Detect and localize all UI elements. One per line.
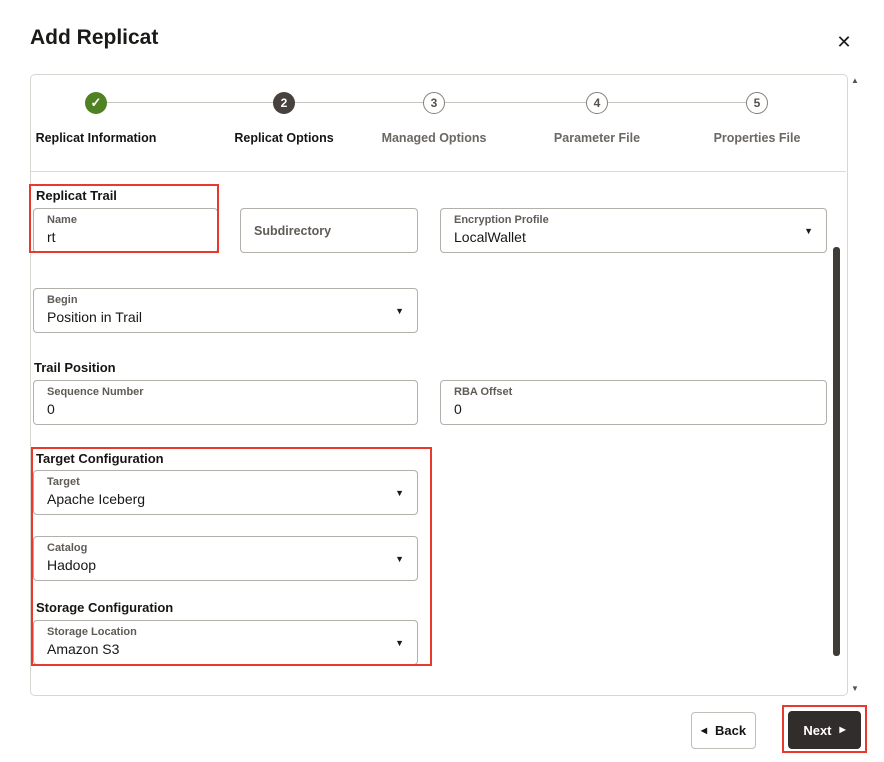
section-heading-trail-position: Trail Position — [34, 360, 116, 375]
sequence-number-label: Sequence Number — [47, 386, 144, 398]
scroll-up-icon[interactable]: ▲ — [851, 76, 859, 86]
target-label: Target — [47, 476, 80, 488]
dialog-title: Add Replicat — [30, 26, 159, 49]
subdirectory-field[interactable]: Subdirectory — [240, 208, 418, 253]
step-3-indicator[interactable]: 3 — [423, 92, 445, 114]
next-button-label: Next — [803, 722, 832, 738]
name-field[interactable]: Name rt — [33, 208, 218, 253]
rba-offset-label: RBA Offset — [454, 386, 513, 398]
name-field-label: Name — [47, 214, 77, 226]
step-3-label-managed-options[interactable]: Managed Options — [382, 131, 487, 145]
back-button[interactable]: ◀ Back — [691, 712, 756, 749]
begin-label: Begin — [47, 294, 78, 306]
target-dropdown[interactable]: Target Apache Iceberg ▼ — [33, 470, 418, 515]
encryption-profile-dropdown[interactable]: Encryption Profile LocalWallet ▼ — [440, 208, 827, 253]
storage-location-dropdown[interactable]: Storage Location Amazon S3 ▼ — [33, 620, 418, 665]
step-4-indicator[interactable]: 4 — [586, 92, 608, 114]
begin-value: Position in Trail — [47, 309, 142, 325]
name-field-value: rt — [47, 229, 56, 245]
rba-offset-field[interactable]: RBA Offset 0 — [440, 380, 827, 425]
step-complete-check-icon: ✓ — [90, 95, 102, 110]
step-5-label-properties-file[interactable]: Properties File — [714, 131, 801, 145]
close-icon: ✕ — [836, 32, 852, 52]
close-button[interactable]: ✕ — [828, 26, 860, 58]
dropdown-caret-icon[interactable]: ▼ — [395, 488, 404, 498]
stepper-divider — [31, 171, 846, 172]
step-1-label-replicat-information[interactable]: Replicat Information — [36, 131, 157, 145]
step-4-number: 4 — [593, 96, 601, 110]
dropdown-caret-icon[interactable]: ▼ — [804, 226, 813, 236]
catalog-dropdown[interactable]: Catalog Hadoop ▼ — [33, 536, 418, 581]
step-5-indicator[interactable]: 5 — [746, 92, 768, 114]
encryption-profile-label: Encryption Profile — [454, 214, 549, 226]
section-heading-target-configuration: Target Configuration — [36, 451, 164, 466]
next-arrow-icon: ▶ — [839, 725, 846, 734]
back-button-label: Back — [715, 723, 747, 738]
dropdown-caret-icon[interactable]: ▼ — [395, 638, 404, 648]
step-3-number: 3 — [430, 96, 438, 110]
step-2-indicator[interactable]: 2 — [273, 92, 295, 114]
step-4-label-parameter-file[interactable]: Parameter File — [554, 131, 640, 145]
section-heading-storage-configuration: Storage Configuration — [36, 600, 174, 615]
sequence-number-field[interactable]: Sequence Number 0 — [33, 380, 418, 425]
rba-offset-value: 0 — [454, 401, 462, 417]
catalog-label: Catalog — [47, 542, 88, 554]
step-5-number: 5 — [753, 96, 761, 110]
dropdown-caret-icon[interactable]: ▼ — [395, 554, 404, 564]
next-button[interactable]: Next ▶ — [788, 711, 861, 749]
encryption-profile-value: LocalWallet — [454, 229, 526, 245]
storage-location-label: Storage Location — [47, 626, 137, 638]
scrollbar-thumb[interactable] — [833, 247, 840, 656]
catalog-value: Hadoop — [47, 557, 97, 573]
back-arrow-icon: ◀ — [700, 725, 708, 735]
step-1-indicator[interactable]: ✓ — [85, 92, 107, 114]
begin-dropdown[interactable]: Begin Position in Trail ▼ — [33, 288, 418, 333]
section-heading-replicat-trail: Replicat Trail — [36, 188, 117, 203]
dropdown-caret-icon[interactable]: ▼ — [395, 306, 404, 316]
step-2-label-replicat-options[interactable]: Replicat Options — [234, 131, 333, 145]
storage-location-value: Amazon S3 — [47, 641, 120, 657]
target-value: Apache Iceberg — [47, 491, 146, 507]
step-2-number: 2 — [280, 96, 288, 110]
subdirectory-field-label: Subdirectory — [254, 223, 332, 238]
add-replicat-dialog: Add Replicat ✕ ✓ Replicat Information 2 … — [0, 0, 884, 762]
sequence-number-value: 0 — [47, 401, 55, 417]
scroll-down-icon[interactable]: ▼ — [851, 684, 859, 694]
